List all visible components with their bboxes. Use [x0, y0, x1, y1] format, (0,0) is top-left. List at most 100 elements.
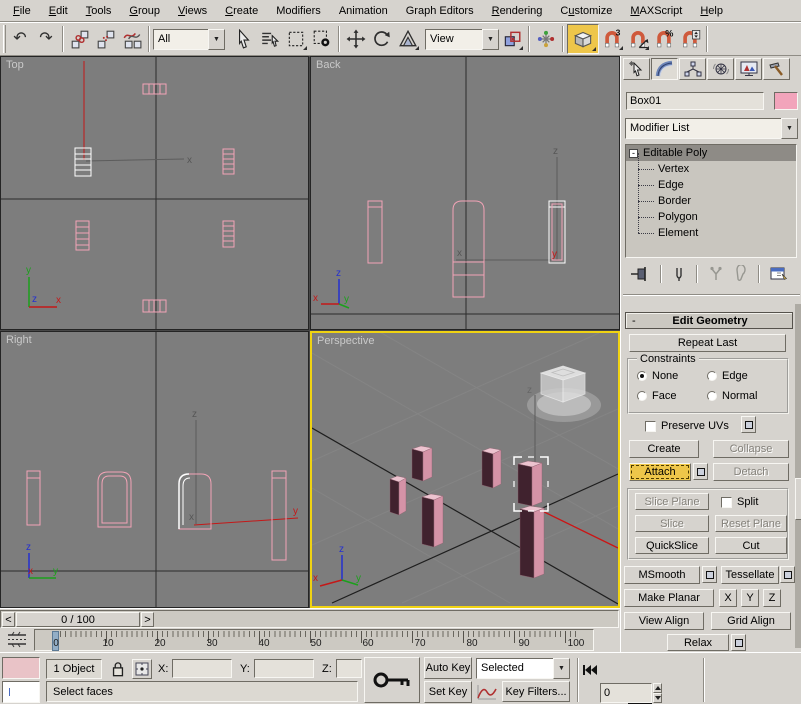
reference-coordinate-system-dropdown[interactable]: View ▼: [425, 29, 499, 50]
viewport-back-canvas[interactable]: z x y z x y: [311, 57, 619, 329]
stack-item-editable-poly[interactable]: - Editable Poly: [626, 145, 796, 161]
set-keys-button[interactable]: [364, 657, 420, 703]
time-slider-handle[interactable]: 0 / 100: [16, 612, 140, 627]
make-unique-button[interactable]: [707, 265, 725, 283]
tab-modify[interactable]: [651, 58, 678, 80]
selection-filter-dropdown[interactable]: All ▼: [153, 29, 225, 50]
selected-object-wireframe[interactable]: [179, 474, 211, 529]
tessellate-button[interactable]: Tessellate: [721, 566, 779, 584]
x-coordinate-field[interactable]: [172, 659, 232, 678]
z-coordinate-field[interactable]: [336, 659, 362, 678]
window-crossing-toggle-button[interactable]: [309, 26, 335, 52]
menu-customize[interactable]: Customize: [551, 2, 621, 20]
quickslice-button[interactable]: QuickSlice: [635, 537, 709, 554]
pin-stack-button[interactable]: [629, 265, 651, 283]
menu-maxscript[interactable]: MAXScript: [621, 2, 691, 20]
angle-snap-toggle-button[interactable]: [625, 26, 651, 52]
make-planar-z-button[interactable]: Z: [763, 589, 781, 607]
preserve-uvs-settings-button[interactable]: [741, 416, 756, 433]
y-coordinate-field[interactable]: [254, 659, 314, 678]
snap-3d-toggle-button[interactable]: 3: [599, 26, 625, 52]
viewport-perspective-label[interactable]: Perspective: [317, 335, 374, 347]
panel-scrollbar-handle[interactable]: [795, 478, 801, 520]
open-mini-trackbar-button[interactable]: [4, 630, 30, 650]
white-box-object[interactable]: [541, 366, 585, 402]
slice-plane-button[interactable]: Slice Plane: [635, 493, 709, 510]
viewport-back-label[interactable]: Back: [316, 59, 340, 71]
pink-object-wireframe[interactable]: [368, 201, 484, 297]
menu-file[interactable]: File: [4, 2, 40, 20]
percent-snap-toggle-button[interactable]: %: [651, 26, 677, 52]
undo-button[interactable]: ↶: [7, 26, 33, 52]
viewport-back[interactable]: Back z x y z x: [310, 56, 620, 330]
constraint-normal-radio[interactable]: Normal: [707, 390, 757, 402]
view-align-button[interactable]: View Align: [624, 612, 704, 630]
select-and-manipulate-button[interactable]: [533, 26, 559, 52]
stack-item-border[interactable]: Border: [626, 193, 796, 209]
constraint-none-radio[interactable]: None: [637, 370, 678, 382]
select-by-name-button[interactable]: [257, 26, 283, 52]
unlink-selection-button[interactable]: [93, 26, 119, 52]
select-and-scale-button[interactable]: [395, 26, 421, 52]
attach-button[interactable]: Attach: [629, 463, 691, 481]
auto-key-button[interactable]: Auto Key: [424, 657, 472, 679]
select-object-button[interactable]: [231, 26, 257, 52]
tessellate-settings-button[interactable]: [780, 566, 795, 583]
stack-item-element[interactable]: Element: [626, 225, 796, 241]
snaps-toggle-button[interactable]: [567, 24, 599, 54]
viewport-top[interactable]: Top x y x z: [0, 56, 309, 330]
viewport-right-canvas[interactable]: z x y z x y: [1, 332, 308, 607]
menu-graph-editors[interactable]: Graph Editors: [397, 2, 483, 20]
stack-item-polygon[interactable]: Polygon: [626, 209, 796, 225]
tab-hierarchy[interactable]: [679, 58, 706, 80]
viewport-perspective[interactable]: Perspective z: [310, 331, 620, 608]
spinner-snap-toggle-button[interactable]: [677, 26, 703, 52]
constraint-face-radio[interactable]: Face: [637, 390, 676, 402]
toolbar-grip[interactable]: [3, 25, 6, 53]
selection-lock-toggle[interactable]: [108, 659, 128, 679]
menu-tools[interactable]: Tools: [77, 2, 121, 20]
viewport-top-label[interactable]: Top: [6, 59, 24, 71]
relax-settings-button[interactable]: [731, 634, 746, 651]
pink-object-wireframe[interactable]: [76, 84, 234, 312]
dropdown-arrow-icon[interactable]: ▼: [208, 29, 225, 50]
collapse-button[interactable]: Collapse: [713, 440, 789, 458]
current-frame-field[interactable]: [600, 683, 652, 703]
previous-frame-arrow[interactable]: <: [2, 612, 15, 627]
mini-listener-pink-pane[interactable]: [2, 657, 40, 679]
viewport-top-canvas[interactable]: x y x z: [1, 57, 308, 329]
grid-align-button[interactable]: Grid Align: [711, 612, 791, 630]
dropdown-arrow-icon[interactable]: ▼: [482, 29, 499, 50]
reset-plane-button[interactable]: Reset Plane: [715, 515, 787, 532]
rollout-edit-geometry-header[interactable]: - Edit Geometry: [625, 312, 793, 329]
tab-create[interactable]: [623, 58, 650, 80]
create-button[interactable]: Create: [629, 440, 699, 458]
attach-settings-button[interactable]: [693, 463, 708, 480]
menu-views[interactable]: Views: [169, 2, 216, 20]
viewport-right-label[interactable]: Right: [6, 334, 32, 346]
tab-motion[interactable]: [707, 58, 734, 80]
mini-listener-white-pane[interactable]: [2, 681, 40, 703]
stack-item-edge[interactable]: Edge: [626, 177, 796, 193]
detach-button[interactable]: Detach: [713, 463, 789, 481]
repeat-last-button[interactable]: Repeat Last: [629, 334, 786, 352]
menu-edit[interactable]: Edit: [40, 2, 77, 20]
track-bar-ruler[interactable]: 0 10 20 30 40 50 60 70 80 90 100: [34, 629, 594, 651]
key-selection-dropdown[interactable]: Selected ▼: [476, 658, 570, 679]
make-planar-y-button[interactable]: Y: [741, 589, 759, 607]
set-key-button[interactable]: Set Key: [424, 681, 472, 703]
selected-object-wireframe[interactable]: [75, 148, 91, 176]
stack-item-vertex[interactable]: Vertex: [626, 161, 796, 177]
default-tangent-button[interactable]: [476, 683, 498, 703]
show-end-result-button[interactable]: [671, 265, 687, 283]
collapse-tree-icon[interactable]: -: [629, 149, 638, 158]
menu-create[interactable]: Create: [216, 2, 267, 20]
modifier-list-dropdown[interactable]: Modifier List ▼: [625, 118, 798, 139]
panel-scrollbar[interactable]: [795, 304, 801, 648]
remove-modifier-button[interactable]: [731, 265, 749, 283]
viewport-right[interactable]: Right z x y z x: [0, 331, 309, 608]
preserve-uvs-checkbox[interactable]: Preserve UVs: [645, 420, 729, 432]
cut-button[interactable]: Cut: [715, 537, 787, 554]
next-frame-arrow[interactable]: >: [141, 612, 154, 627]
frame-spinner[interactable]: [653, 683, 662, 703]
